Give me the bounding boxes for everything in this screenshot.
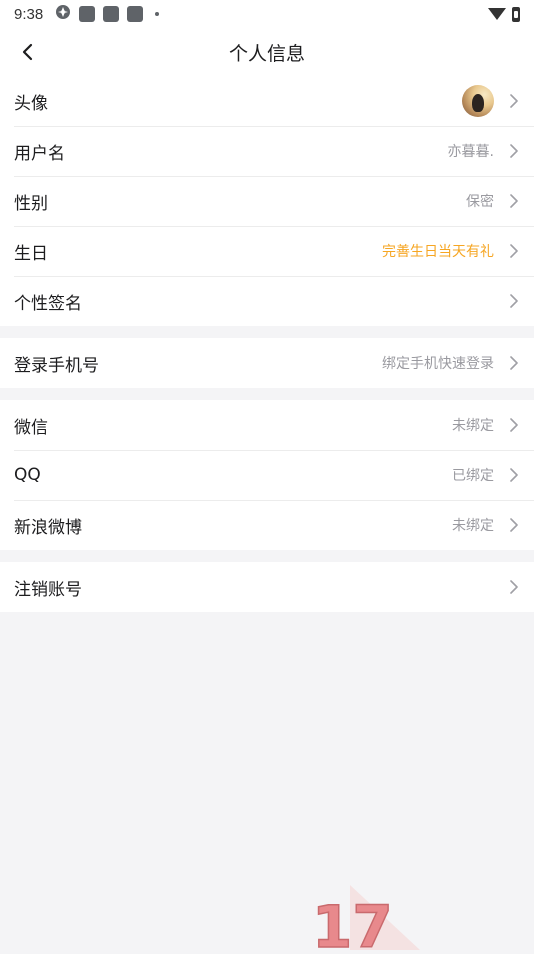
username-value: 亦暮暮. [447, 144, 494, 160]
birthday-row[interactable]: 生日 完善生日当天有礼 [0, 226, 534, 276]
weibo-status: 未绑定 [452, 518, 494, 534]
chevron-right-icon [508, 518, 520, 532]
gender-value: 保密 [466, 194, 494, 210]
wechat-row[interactable]: 微信 未绑定 [0, 400, 534, 450]
username-row[interactable]: 用户名 亦暮暮. [0, 126, 534, 176]
row-label: 生日 [14, 243, 48, 264]
row-label: 新浪微博 [14, 517, 82, 538]
login-group: 登录手机号 绑定手机快速登录 [0, 338, 534, 388]
row-label: 个性签名 [14, 293, 82, 314]
qq-row[interactable]: QQ 已绑定 [0, 450, 534, 500]
delete-account-row[interactable]: 注销账号 [0, 562, 534, 612]
notification-icon [127, 6, 144, 22]
qq-status: 已绑定 [452, 468, 494, 484]
account-group: 注销账号 [0, 562, 534, 612]
more-notifications-icon [155, 12, 160, 16]
chevron-right-icon [508, 244, 520, 258]
chevron-right-icon [508, 294, 520, 308]
avatar-row[interactable]: 头像 [0, 76, 534, 126]
phone-value: 绑定手机快速登录 [382, 356, 494, 372]
back-button[interactable] [12, 36, 44, 68]
chevron-right-icon [508, 468, 520, 482]
status-left: 9:38 [14, 4, 160, 24]
birthday-value: 完善生日当天有礼 [382, 244, 494, 260]
signature-row[interactable]: 个性签名 [0, 276, 534, 326]
wifi-icon [488, 8, 506, 20]
status-time: 9:38 [14, 5, 44, 23]
row-label: 头像 [14, 93, 48, 114]
notification-icon [79, 6, 96, 22]
avatar [462, 85, 494, 117]
row-label: 微信 [14, 417, 48, 438]
chevron-left-icon [22, 43, 33, 61]
notification-icon [103, 6, 120, 22]
weibo-row[interactable]: 新浪微博 未绑定 [0, 500, 534, 550]
chevron-right-icon [508, 356, 520, 370]
row-label: 登录手机号 [14, 355, 99, 376]
gender-row[interactable]: 性别 保密 [0, 176, 534, 226]
chevron-right-icon [508, 580, 520, 594]
bindings-group: 微信 未绑定 QQ 已绑定 新浪微博 未绑定 [0, 400, 534, 550]
chevron-right-icon [508, 94, 520, 108]
phone-row[interactable]: 登录手机号 绑定手机快速登录 [0, 338, 534, 388]
row-label: 性别 [14, 193, 48, 214]
profile-group: 头像 用户名 亦暮暮. 性别 保密 生日 完善生日当天有礼 个性签名 [0, 76, 534, 326]
row-label: 用户名 [14, 143, 65, 164]
watermark-logo: 17 [310, 885, 420, 954]
app-notification-icon [55, 4, 71, 24]
watermark-text: 17 [312, 893, 393, 950]
status-bar: 9:38 [0, 0, 534, 28]
page-title: 个人信息 [228, 42, 305, 65]
wechat-status: 未绑定 [452, 418, 494, 434]
status-right [488, 6, 520, 22]
chevron-right-icon [508, 418, 520, 432]
row-label: 注销账号 [14, 579, 82, 600]
row-label: QQ [14, 465, 41, 485]
battery-icon [512, 6, 520, 22]
chevron-right-icon [508, 144, 520, 158]
nav-bar: 个人信息 [0, 28, 534, 76]
chevron-right-icon [508, 194, 520, 208]
